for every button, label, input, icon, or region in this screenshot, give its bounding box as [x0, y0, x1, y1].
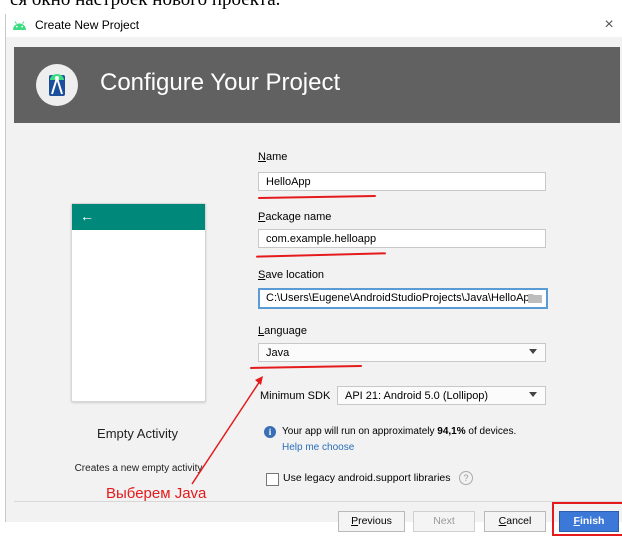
annotation-text: Выберем Java: [106, 485, 207, 502]
page-caption: ся окно настроек нового проекта.: [0, 0, 622, 9]
footer-divider: [14, 501, 622, 502]
annotation-arrow: [191, 376, 263, 485]
finish-highlight-box: [552, 502, 622, 536]
create-project-window: Create New Project × Configure Your Proj…: [5, 14, 622, 536]
